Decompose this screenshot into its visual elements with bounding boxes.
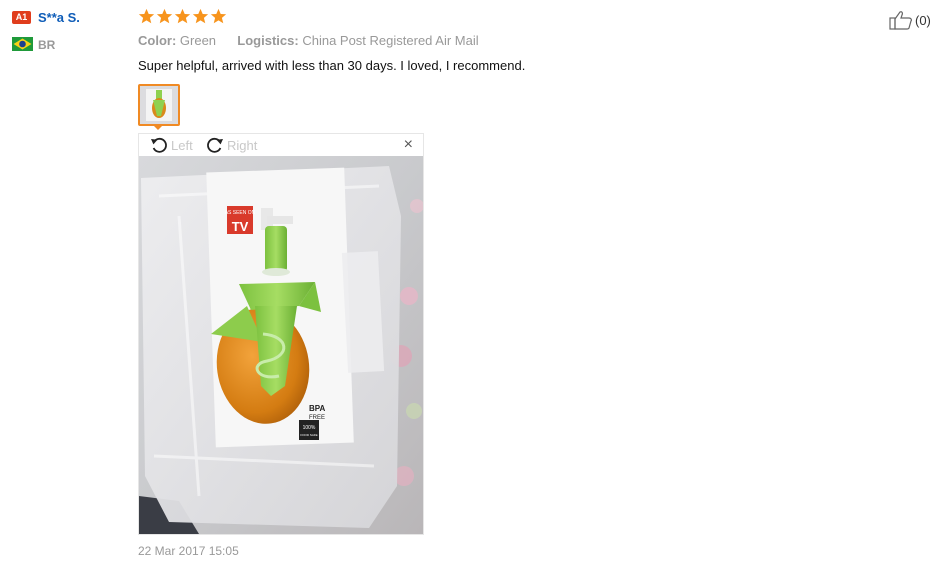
thumbnail-pointer bbox=[152, 124, 164, 130]
rotate-right-icon bbox=[207, 137, 223, 153]
review-photo: AS SEEN ON TV BPA FREE 100% FOOD SAFE bbox=[139, 156, 423, 534]
logistics-label: Logistics: bbox=[237, 33, 299, 48]
rotate-left-label: Left bbox=[171, 137, 193, 153]
star-icon bbox=[192, 8, 209, 24]
bpa-text: BPA bbox=[309, 404, 326, 413]
color-value: Green bbox=[179, 33, 217, 48]
logistics-value: China Post Registered Air Mail bbox=[302, 33, 479, 48]
thumbs-up-icon bbox=[889, 11, 912, 30]
review-photo-thumbnail[interactable] bbox=[138, 84, 180, 126]
badge-top-text: 100% bbox=[303, 425, 316, 431]
rotate-left-icon bbox=[151, 137, 167, 153]
photo-viewer: Left Right × AS SEEN ON TV BPA FREE 100%… bbox=[138, 133, 424, 535]
rotate-left-button[interactable]: Left bbox=[149, 136, 193, 154]
thumbnail-image bbox=[140, 86, 178, 124]
rotate-right-button[interactable]: Right bbox=[205, 136, 257, 154]
star-icon bbox=[174, 8, 191, 24]
helpful-button[interactable]: (0) bbox=[889, 10, 931, 30]
rating-stars bbox=[138, 8, 227, 26]
reviewer-country: BR bbox=[38, 38, 56, 52]
close-viewer-button[interactable]: × bbox=[404, 136, 413, 154]
review-meta: Color: Green Logistics: China Post Regis… bbox=[138, 33, 479, 48]
review-date: 22 Mar 2017 15:05 bbox=[138, 544, 239, 558]
color-label: Color: bbox=[138, 33, 177, 48]
photo-viewer-toolbar: Left Right × bbox=[139, 134, 423, 156]
star-icon bbox=[210, 8, 227, 24]
badge-bottom-text: FOOD SAFE bbox=[300, 433, 317, 437]
as-seen-on-tv-small: AS SEEN ON bbox=[225, 210, 256, 216]
review-text: Super helpful, arrived with less than 30… bbox=[138, 58, 526, 73]
star-icon bbox=[156, 8, 173, 24]
star-icon bbox=[138, 8, 155, 24]
reviewer-level-badge: A1 bbox=[12, 11, 31, 24]
brazil-flag-icon bbox=[12, 37, 33, 51]
helpful-count: (0) bbox=[915, 12, 931, 28]
reviewer-name[interactable]: S**a S. bbox=[38, 10, 80, 25]
rotate-right-label: Right bbox=[227, 137, 258, 153]
as-seen-on-tv-logo: TV bbox=[232, 219, 249, 234]
